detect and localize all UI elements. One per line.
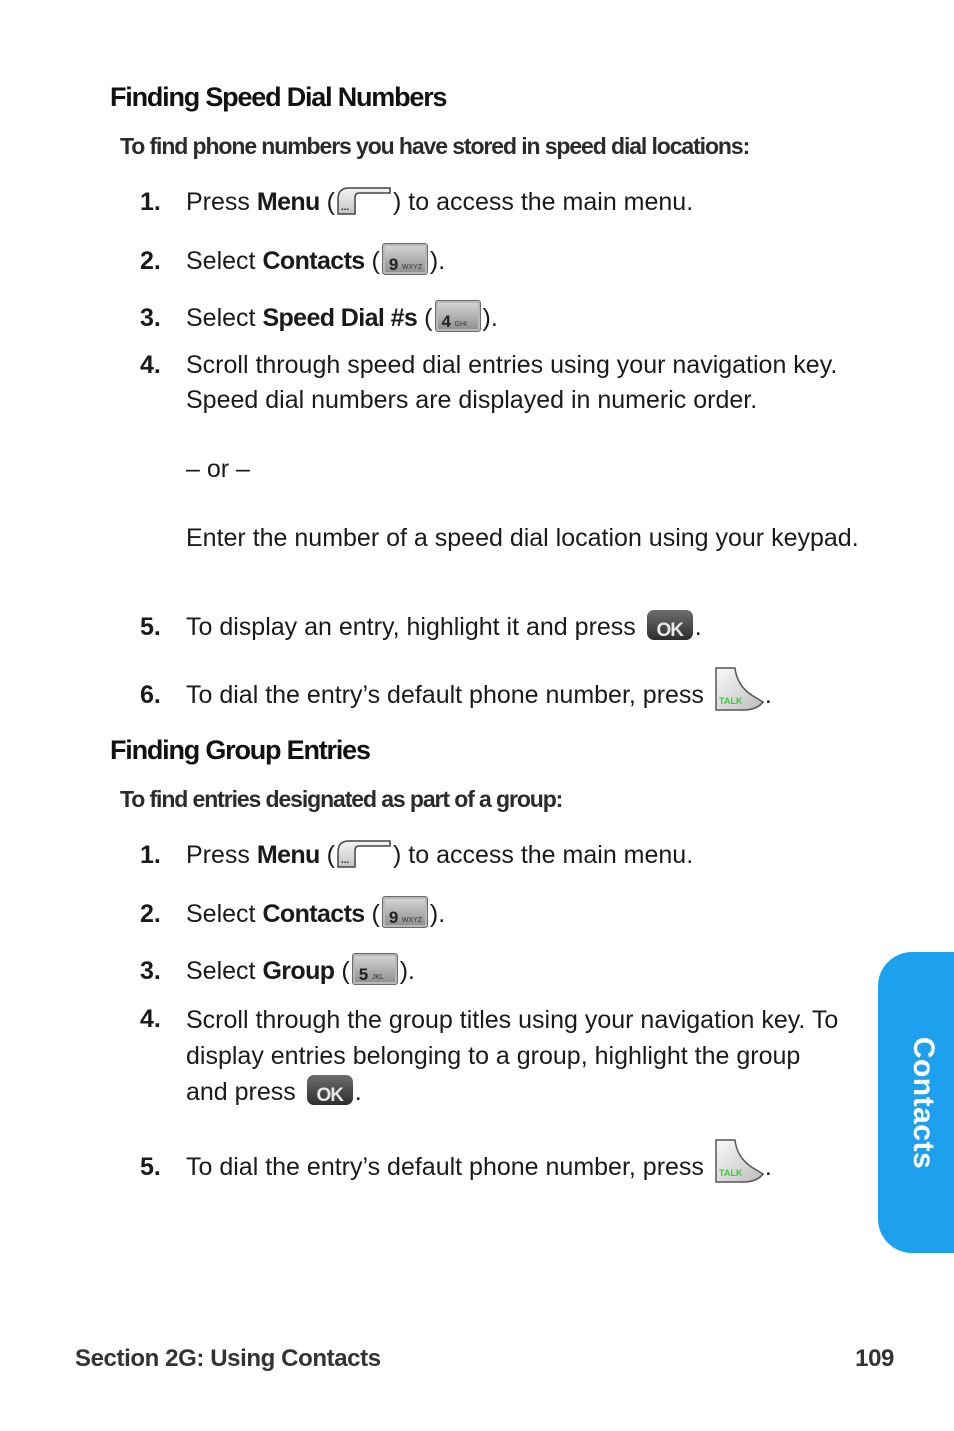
step-item: 5. To display an entry, highlight it and… xyxy=(140,610,870,645)
step-text: ). xyxy=(399,957,415,985)
contacts-label: Contacts xyxy=(262,247,365,275)
section-intro-speed-dial: To find phone numbers you have stored in… xyxy=(120,133,750,159)
key-digit: 5 xyxy=(358,965,369,985)
step-item: 1. Press Menu (... ) to access the main m… xyxy=(140,838,870,873)
section-heading-group: Finding Group Entries xyxy=(110,735,371,765)
or-separator: – or – xyxy=(186,455,250,483)
section-intro-group: To find entries designated as part of a … xyxy=(120,786,563,812)
step-text: ). xyxy=(482,304,498,332)
step-text: To display an entry, highlight it and pr… xyxy=(186,613,643,641)
section-heading-speed-dial: Finding Speed Dial Numbers xyxy=(110,82,448,112)
side-tab-label: Contacts xyxy=(907,1036,940,1169)
key-digit: 9 xyxy=(388,255,399,275)
talk-key-icon: TALK xyxy=(713,1138,765,1184)
step-text: ) to access the main menu. xyxy=(393,188,694,216)
paren: ( xyxy=(364,247,380,275)
step-number: 3. xyxy=(140,957,161,985)
ok-key-icon: OK xyxy=(306,1075,353,1106)
step-text: Scroll through speed dial entries using … xyxy=(186,351,838,414)
svg-text:...: ... xyxy=(341,202,350,213)
key-digit: 9 xyxy=(388,908,399,928)
step-text: Enter the number of a speed dial locatio… xyxy=(186,524,859,552)
key-letters: WXYZ xyxy=(401,917,423,925)
key-5-jkl-icon: 5 JKL xyxy=(351,953,398,986)
step-text: Press xyxy=(186,841,257,869)
step-number: 2. xyxy=(140,900,161,928)
step-text: To dial the entry’s default phone number… xyxy=(186,1153,711,1181)
step-item: 4. Scroll through the group titles using… xyxy=(140,1002,840,1110)
paren: ( xyxy=(334,957,350,985)
side-tab-contacts: Contacts xyxy=(878,952,954,1253)
group-label: Group xyxy=(262,957,335,985)
menu-key-icon: ... xyxy=(337,185,391,216)
step-number: 4. xyxy=(140,351,161,379)
step-text: Press xyxy=(186,188,257,216)
paren: ( xyxy=(417,304,433,332)
key-9-wxyz-icon: 9 WXYZ xyxy=(381,896,428,929)
step-number: 1. xyxy=(140,188,161,216)
step-item: 3. Select Group (5 JKL). xyxy=(140,953,870,989)
step-text: . xyxy=(694,613,702,641)
step-number: 6. xyxy=(140,681,161,709)
step-item: 4. Scroll through speed dial entries usi… xyxy=(140,348,870,556)
step-number: 2. xyxy=(140,247,161,275)
step-number: 1. xyxy=(140,841,161,869)
step-text: Select xyxy=(186,957,263,985)
step-number: 5. xyxy=(140,613,161,641)
key-letters: WXYZ xyxy=(401,264,423,272)
step-number: 3. xyxy=(140,304,161,332)
step-text: ). xyxy=(429,247,446,275)
step-item: 2. Select Contacts (9 WXYZ). xyxy=(140,243,870,279)
ok-key-label: OK xyxy=(656,620,685,642)
speed-dial-label: Speed Dial #s xyxy=(262,304,418,332)
step-text: ) to access the main menu. xyxy=(393,841,694,869)
ok-key-icon: OK xyxy=(646,610,693,641)
step-text: Select xyxy=(186,900,263,928)
step-text: . xyxy=(764,1153,772,1181)
menu-key-icon: ... xyxy=(337,838,391,869)
paren: ( xyxy=(319,841,336,869)
menu-label: Menu xyxy=(256,188,320,216)
svg-text:TALK: TALK xyxy=(719,1168,743,1178)
key-letters: GHI xyxy=(454,321,467,329)
svg-text:...: ... xyxy=(341,855,350,866)
step-text: Select xyxy=(186,304,263,332)
step-item: 2. Select Contacts (9 WXYZ). xyxy=(140,896,870,932)
step-text: . xyxy=(764,681,772,709)
step-item: 6. To dial the entry’s default phone num… xyxy=(140,667,870,713)
step-text: To dial the entry’s default phone number… xyxy=(186,681,711,709)
step-text: ). xyxy=(429,900,446,928)
step-number: 5. xyxy=(140,1153,161,1181)
key-9-wxyz-icon: 9 WXYZ xyxy=(381,243,428,276)
key-digit: 4 xyxy=(441,312,451,332)
step-item: 1. Press Menu (... ) to access the main m… xyxy=(140,185,870,220)
step-text: Scroll through the group titles using yo… xyxy=(186,1006,839,1106)
talk-key-icon: TALK xyxy=(713,666,765,712)
step-item: 5. To dial the entry’s default phone num… xyxy=(140,1139,870,1185)
step-text: Select xyxy=(186,247,263,275)
contacts-label: Contacts xyxy=(262,900,365,928)
key-4-ghi-icon: 4 GHI xyxy=(434,300,481,333)
step-text: . xyxy=(354,1078,362,1106)
ok-key-label: OK xyxy=(316,1085,345,1107)
key-letters: JKL xyxy=(371,974,384,982)
page-number: 109 xyxy=(855,1345,894,1372)
svg-text:TALK: TALK xyxy=(719,696,743,706)
step-item: 3. Select Speed Dial #s (4 GHI). xyxy=(140,300,870,336)
menu-label: Menu xyxy=(256,841,320,869)
step-number: 4. xyxy=(140,1005,161,1033)
footer-section-title: Section 2G: Using Contacts xyxy=(75,1345,381,1372)
paren: ( xyxy=(319,188,336,216)
paren: ( xyxy=(364,900,380,928)
